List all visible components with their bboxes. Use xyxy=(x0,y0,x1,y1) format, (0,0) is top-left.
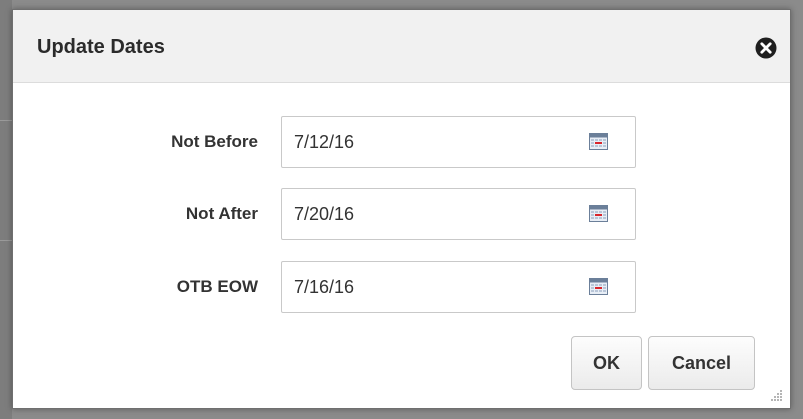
dialog-title: Update Dates xyxy=(37,36,165,58)
otb-eow-value[interactable]: 7/16/16 xyxy=(294,276,354,298)
calendar-icon[interactable] xyxy=(589,278,608,295)
not-after-label: Not After xyxy=(185,204,258,223)
calendar-icon[interactable] xyxy=(589,133,608,150)
otb-eow-date-input[interactable]: 7/16/16 xyxy=(281,261,636,313)
update-dates-dialog: Update Dates Not Before 7/12/16 Not Afte… xyxy=(12,9,791,409)
not-before-value[interactable]: 7/12/16 xyxy=(294,131,354,153)
close-icon[interactable] xyxy=(755,37,777,59)
background-divider xyxy=(0,120,12,121)
not-before-label: Not Before xyxy=(171,132,258,151)
not-after-value[interactable]: 7/20/16 xyxy=(294,203,354,225)
ok-button[interactable]: OK xyxy=(571,336,642,390)
dialog-header: Update Dates xyxy=(13,10,790,83)
not-before-row: Not Before 7/12/16 xyxy=(13,116,790,168)
background-page-edge xyxy=(0,0,12,419)
not-after-date-input[interactable]: 7/20/16 xyxy=(281,188,636,240)
not-before-date-input[interactable]: 7/12/16 xyxy=(281,116,636,168)
background-divider xyxy=(0,240,12,241)
cancel-button[interactable]: Cancel xyxy=(648,336,755,390)
not-after-row: Not After 7/20/16 xyxy=(13,188,790,240)
otb-eow-label: OTB EOW xyxy=(176,277,258,296)
resize-grip-icon[interactable] xyxy=(769,387,783,401)
calendar-icon[interactable] xyxy=(589,205,608,222)
otb-eow-row: OTB EOW 7/16/16 xyxy=(13,261,790,313)
